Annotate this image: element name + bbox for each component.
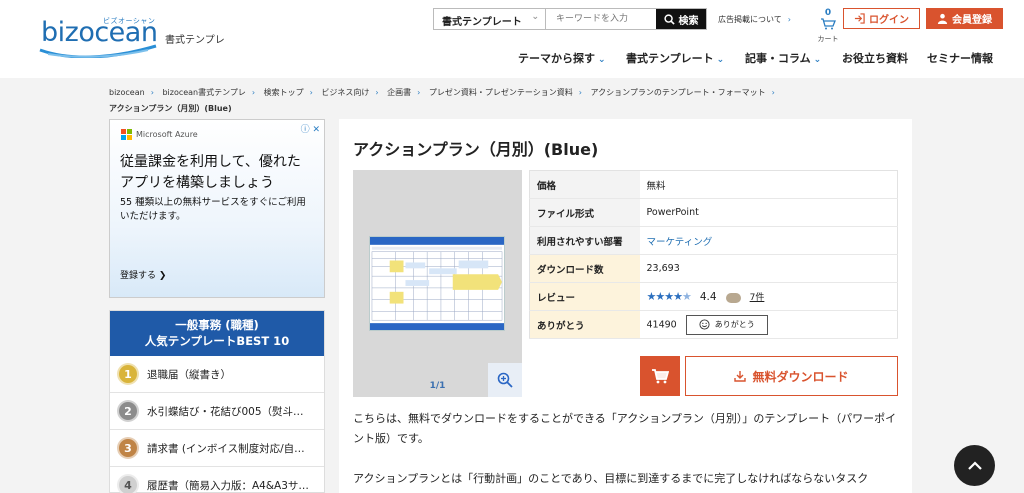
rank-medal-icon: 3: [117, 437, 139, 459]
ranking-item-label: 請求書 (インボイス制度対応/自…: [147, 442, 305, 455]
info-row-price: 価格 無料: [529, 170, 898, 199]
template-description: こちらは、無料でダウンロードをすることができる「アクションプラン（月別）」のテン…: [353, 409, 903, 493]
login-button[interactable]: ログイン: [843, 8, 920, 29]
main-nav: テーマから探す ⌄ 書式テンプレート ⌄ 記事・コラム ⌄ お役立ち資料 セミナー情報: [0, 50, 1024, 66]
breadcrumb: bizocean › bizocean書式テンプレ › 検索トップ › ビジネス向け ›…: [109, 85, 909, 117]
ranking-item-label: 水引蝶結び・花結び005（熨斗…: [147, 405, 304, 418]
site-header: ビズオーシャン bizocean 書式テンプレ 書式テンプレート ⌄ 検索 広告…: [0, 0, 1024, 78]
format-value: PowerPoint: [639, 198, 898, 227]
ad-headline: 従量課金を利用して、優れたアプリを構築しましょう: [120, 154, 301, 191]
chevron-right-icon: ›: [787, 15, 791, 24]
search-button[interactable]: 検索: [656, 9, 706, 29]
microsoft-logo-icon: [121, 129, 132, 140]
breadcrumb-link[interactable]: ビジネス向け: [321, 88, 369, 97]
info-row-dept: 利用されやすい部署 マーケティング: [529, 226, 898, 255]
rating-stars-icon: ★★★★★: [646, 290, 692, 303]
thanks-button[interactable]: ありがとう: [685, 314, 768, 335]
chevron-right-icon: ›: [417, 88, 421, 97]
ad-subtext: 55 種類以上の無料サービスをすぐにご利用いただけます。: [120, 197, 306, 222]
search-category-select[interactable]: 書式テンプレート ⌄: [434, 9, 546, 29]
ranking-item[interactable]: 2 水引蝶結び・花結び005（熨斗…: [110, 393, 324, 430]
ad-placement-link[interactable]: 広告掲載について ›: [718, 14, 791, 25]
tagline: 書式テンプレ: [165, 35, 225, 46]
info-row-format: ファイル形式 PowerPoint: [529, 198, 898, 227]
product-panel: アクションプラン（月別）(Blue) 1/1 価格 無料 ファイル形式 Powe…: [339, 119, 912, 493]
breadcrumb-link[interactable]: bizocean書式テンプレ: [162, 88, 245, 97]
breadcrumb-link[interactable]: プレゼン資料・プレゼンテーション資料: [429, 88, 573, 97]
zoom-button[interactable]: [488, 363, 522, 397]
add-to-cart-button[interactable]: [640, 356, 680, 396]
download-icon: [734, 371, 747, 382]
info-row-review: レビュー ★★★★★ 4.4 7件: [529, 282, 898, 311]
search-bar: 書式テンプレート ⌄ 検索: [433, 8, 707, 30]
sidebar-ad[interactable]: Microsoft Azure ⓘ ✕ 従量課金を利用して、優れたアプリを構築し…: [109, 119, 325, 298]
search-input[interactable]: [546, 9, 656, 29]
reviews-link[interactable]: 7件: [750, 293, 765, 303]
template-thumbnail: [369, 236, 505, 331]
nav-item-seminars[interactable]: セミナー情報: [927, 50, 993, 66]
chevron-right-icon: ›: [375, 88, 379, 97]
info-row-thanks: ありがとう 41490 ありがとう: [529, 310, 898, 339]
rank-medal-icon: 2: [117, 400, 139, 422]
chevron-right-icon: ›: [251, 88, 256, 97]
chevron-right-icon: ›: [309, 88, 313, 97]
product-info-table: 価格 無料 ファイル形式 PowerPoint 利用されやすい部署 マーケティング ダ…: [529, 170, 898, 339]
breadcrumb-link[interactable]: 検索トップ: [264, 88, 304, 97]
description-paragraph: アクションプランとは「行動計画」のことであり、目標に到達するまでに完了しなければ…: [353, 472, 869, 485]
comment-bubble-icon: [725, 292, 741, 303]
search-icon: [663, 13, 675, 25]
ranking-item[interactable]: 3 請求書 (インボイス制度対応/自…: [110, 430, 324, 467]
ranking-item-label: 履歴書（簡易入力版：A4&A3サ…: [147, 479, 309, 492]
breadcrumb-link[interactable]: 企画書: [387, 88, 411, 97]
breadcrumb-link[interactable]: アクションプランのテンプレート・フォーマット: [590, 88, 765, 97]
cart-count: 0: [824, 8, 832, 18]
info-row-downloads: ダウンロード数 23,693: [529, 254, 898, 283]
thanks-count: 41490: [646, 319, 677, 330]
chevron-down-icon: ⌄: [598, 55, 606, 65]
ad-close-icon[interactable]: ⓘ ✕: [301, 122, 320, 135]
login-icon: [854, 13, 865, 24]
chevron-down-icon: ⌄: [813, 55, 822, 65]
chevron-down-icon: ⌄: [716, 55, 725, 65]
ranking-item-label: 退職届（縦書き）: [147, 368, 231, 381]
chevron-down-icon: ⌄: [531, 12, 539, 22]
nav-item-templates[interactable]: 書式テンプレート ⌄: [626, 50, 724, 66]
chevron-right-icon: ›: [578, 88, 582, 97]
chevron-up-icon: [967, 460, 982, 470]
template-preview[interactable]: 1/1: [353, 170, 522, 397]
nav-item-articles[interactable]: 記事・コラム ⌄: [745, 50, 821, 66]
ranking-header: 一般事務 (職種) 人気テンプレートBEST 10: [110, 311, 324, 356]
cart-button[interactable]: 0 カート: [815, 8, 841, 44]
ad-cta[interactable]: 登録する ❯: [120, 268, 166, 281]
register-button[interactable]: 会員登録: [926, 8, 1003, 29]
nav-item-theme[interactable]: テーマから探す ⌄: [518, 50, 606, 66]
rating-value: 4.4: [699, 291, 717, 303]
zoom-in-icon: [497, 372, 513, 388]
cart-label: カート: [817, 35, 839, 43]
chevron-right-icon: ›: [150, 88, 154, 97]
ad-brand: Microsoft Azure: [121, 129, 198, 140]
cart-icon: [821, 18, 836, 30]
cart-icon: [652, 369, 669, 384]
ranking-panel: 一般事務 (職種) 人気テンプレートBEST 10 1 退職届（縦書き） 2 水…: [109, 310, 325, 493]
dept-link[interactable]: マーケティング: [647, 237, 713, 248]
breadcrumb-link[interactable]: bizocean: [109, 88, 145, 97]
scroll-to-top-button[interactable]: [954, 445, 995, 486]
ranking-item[interactable]: 1 退職届（縦書き）: [110, 356, 324, 393]
ranking-item[interactable]: 4 履歴書（簡易入力版：A4&A3サ…: [110, 467, 324, 493]
user-icon: [937, 13, 948, 24]
free-download-button[interactable]: 無料ダウンロード: [685, 356, 898, 396]
chevron-right-icon: ›: [771, 88, 775, 97]
rank-medal-icon: 1: [117, 363, 139, 385]
page-title: アクションプラン（月別）(Blue): [353, 140, 599, 159]
description-paragraph: こちらは、無料でダウンロードをすることができる「アクションプラン（月別）」のテン…: [353, 412, 897, 445]
downloads-value: 23,693: [639, 254, 898, 283]
breadcrumb-current: アクションプラン（月別）(Blue): [109, 104, 232, 113]
smile-icon: [699, 319, 710, 330]
nav-item-resources[interactable]: お役立ち資料: [842, 50, 908, 66]
rank-medal-icon: 4: [117, 474, 139, 493]
price-value: 無料: [639, 170, 898, 199]
